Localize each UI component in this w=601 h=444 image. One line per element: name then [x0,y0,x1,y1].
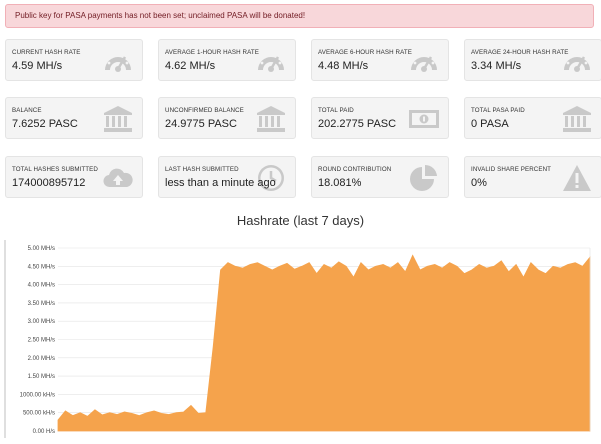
y-tick-label: 1.50 MH/s [28,374,55,380]
stat-card: TOTAL PASA PAID 0 PASA [464,97,601,139]
bank-icon [561,104,593,134]
stat-label: AVERAGE 24-HOUR HASH RATE [471,49,569,56]
speedometer-icon [255,46,287,76]
dashboard-page: Public key for PASA payments has not bee… [0,0,601,444]
pie-chart-icon [408,163,440,193]
stat-label: BALANCE [12,107,42,114]
stat-value: 0 PASA [471,118,509,130]
stat-label: CURRENT HASH RATE [12,49,81,56]
banknote-icon [408,104,440,134]
y-tick-label: 3.00 MH/s [28,319,55,325]
stat-value: 202.2775 PASC [318,118,397,130]
stat-card: TOTAL PAID 202.2775 PASC [311,97,449,139]
stat-card: LAST HASH SUBMITTED less than a minute ag… [158,156,296,198]
stat-value: 174000895712 [12,177,86,189]
stat-label: AVERAGE 1-HOUR HASH RATE [165,49,259,56]
y-tick-label: 500.00 kH/s [23,411,55,417]
warning-icon [561,163,593,193]
stat-card: AVERAGE 1-HOUR HASH RATE 4.62 MH/s [158,39,296,81]
y-tick-label: 4.50 MH/s [28,264,55,270]
stat-label: TOTAL HASHES SUBMITTED [12,166,98,173]
stat-value: 7.6252 PASC [12,118,78,130]
stat-card: UNCONFIRMED BALANCE 24.9775 PASC [158,97,296,139]
stat-card: AVERAGE 6-HOUR HASH RATE 4.48 MH/s [311,39,449,81]
y-tick-label: 3.50 MH/s [28,301,55,307]
hashrate-chart: 5.00 MH/s 4.50 MH/s 4.00 MH/s 3.50 MH/s 3.00… [4,240,591,438]
cloud-upload-icon [102,163,134,193]
stat-label: LAST HASH SUBMITTED [165,166,239,173]
stat-value: 0% [471,177,487,189]
stat-value: 24.9775 PASC [165,118,237,130]
stat-label: ROUND CONTRIBUTION [318,166,392,173]
speedometer-icon [102,46,134,76]
stat-value: 3.34 MH/s [471,60,522,72]
stat-card: BALANCE 7.6252 PASC [5,97,143,139]
stat-value: less than a minute ago [165,177,276,189]
speedometer-icon [408,46,440,76]
y-tick-label: 4.00 MH/s [28,283,55,289]
stat-card: INVALID SHARE PERCENT 0% [464,156,601,198]
stat-label: TOTAL PASA PAID [471,107,525,114]
stat-label: UNCONFIRMED BALANCE [165,107,244,114]
stat-card: CURRENT HASH RATE 4.59 MH/s [5,39,143,81]
y-tick-label: 2.00 MH/s [28,356,55,362]
stat-value: 4.59 MH/s [12,60,63,72]
chart-title: Hashrate (last 7 days) [236,213,365,228]
stat-value: 4.62 MH/s [165,60,216,72]
stat-card: TOTAL HASHES SUBMITTED 174000895712 [5,156,143,198]
y-tick-label: 1000.00 kH/s [20,392,55,398]
stat-label: TOTAL PAID [318,107,354,114]
pasa-key-alert: Public key for PASA payments has not bee… [5,4,594,28]
stat-value: 18.081% [318,177,362,189]
stat-card: AVERAGE 24-HOUR HASH RATE 3.34 MH/s [464,39,601,81]
stat-label: AVERAGE 6-HOUR HASH RATE [318,49,412,56]
stat-value: 4.48 MH/s [318,60,369,72]
y-tick-label: 0.00 H/s [33,429,55,435]
bank-icon [102,104,134,134]
y-tick-label: 5.00 MH/s [28,246,55,252]
y-tick-label: 2.50 MH/s [28,338,55,344]
hashrate-area [57,254,591,432]
stat-card: ROUND CONTRIBUTION 18.081% [311,156,449,198]
stat-label: INVALID SHARE PERCENT [471,166,552,173]
bank-icon [255,104,287,134]
